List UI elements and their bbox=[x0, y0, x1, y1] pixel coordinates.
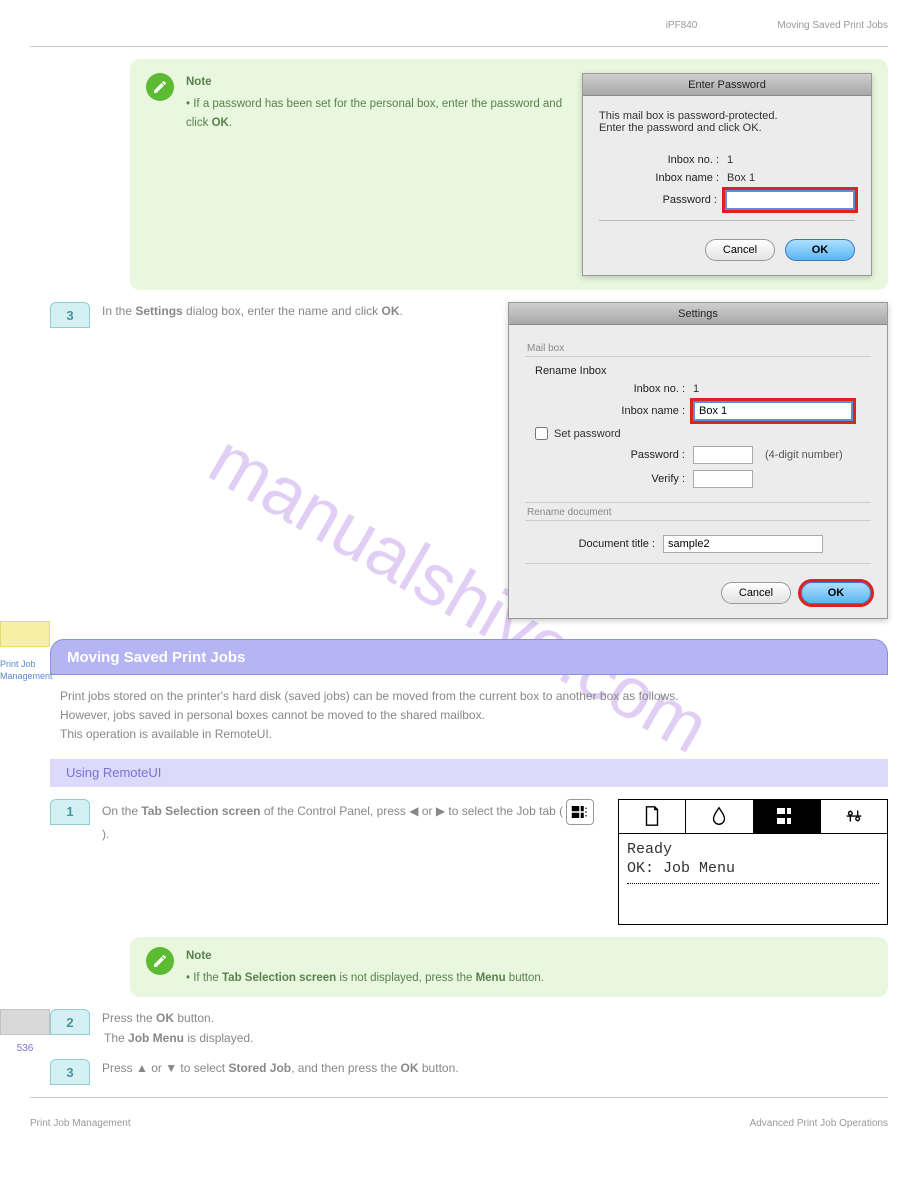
dialog1-inboxno-label: Inbox no. : bbox=[599, 154, 719, 166]
note-box-2: Note • If the Tab Selection screen is no… bbox=[130, 937, 888, 998]
step-row-C: 3 Press ▲ or ▼ to select Stored Job, and… bbox=[50, 1059, 888, 1085]
dialog1-msg1: This mail box is password-protected. bbox=[599, 110, 855, 122]
dialog1-password-input[interactable] bbox=[725, 190, 855, 210]
dialog2-doctitle-input[interactable] bbox=[663, 535, 823, 553]
step-number-B: 2 bbox=[50, 1009, 90, 1035]
dialog1-password-label: Password : bbox=[599, 194, 717, 206]
pencil-icon bbox=[146, 73, 174, 101]
footer-right: Advanced Print Job Operations bbox=[750, 1118, 888, 1129]
lcd-tab-ink-icon bbox=[686, 800, 753, 834]
note-label-1: Note bbox=[186, 73, 570, 91]
dialog1-inboxname-label: Inbox name : bbox=[599, 172, 719, 184]
section-paragraph: Print jobs stored on the printer's hard … bbox=[60, 687, 888, 745]
lcd-screen: Ready OK: Job Menu bbox=[618, 799, 888, 925]
sub-heading-text: Using RemoteUI bbox=[66, 765, 161, 780]
footer-left: Print Job Management bbox=[30, 1118, 131, 1129]
dialog2-inboxname-input[interactable] bbox=[693, 401, 853, 421]
step-number-C: 3 bbox=[50, 1059, 90, 1085]
step-B-text: Press the OK button. The Job Menu is dis… bbox=[102, 1009, 888, 1047]
page-footer: Print Job Management Advanced Print Job … bbox=[30, 1118, 888, 1129]
footer-divider bbox=[30, 1097, 888, 1098]
set-password-checkbox-input[interactable] bbox=[535, 427, 548, 440]
page-number: 536 bbox=[0, 1037, 50, 1054]
lcd-tab-job-icon bbox=[754, 800, 821, 834]
side-link-1[interactable]: Print Job Management bbox=[0, 631, 64, 682]
step-row-B: 2 Press the OK button. The Job Menu is d… bbox=[50, 1009, 888, 1047]
lcd-line2: OK: Job Menu bbox=[627, 859, 879, 879]
dialog1-cancel-button[interactable]: Cancel bbox=[705, 239, 775, 261]
dialog2-inboxname-label: Inbox name : bbox=[535, 405, 685, 417]
note-line-1: • If a password has been set for the per… bbox=[186, 95, 570, 132]
step-number-A: 1 bbox=[50, 799, 90, 825]
note-box-1: Note • If a password has been set for th… bbox=[130, 59, 888, 290]
dialog1-inboxname-value: Box 1 bbox=[727, 172, 755, 184]
rename-inbox-label: Rename Inbox bbox=[535, 365, 861, 377]
dialog2-password-input[interactable] bbox=[693, 446, 753, 464]
dialog2-title: Settings bbox=[509, 303, 887, 325]
pencil-icon-2 bbox=[146, 947, 174, 975]
rename-document-label: Rename document bbox=[527, 507, 871, 518]
dialog2-inboxno-value: 1 bbox=[693, 383, 699, 395]
step-row-A: 1 On the Tab Selection screen of the Con… bbox=[50, 799, 888, 925]
dialog1-inboxno-value: 1 bbox=[727, 154, 733, 166]
four-digit-hint: (4-digit number) bbox=[765, 449, 843, 461]
page-header: iPF840 Moving Saved Print Jobs bbox=[30, 20, 888, 31]
note-label-2: Note bbox=[186, 947, 872, 965]
dialog2-doctitle-label: Document title : bbox=[535, 538, 655, 550]
dialog1-ok-button[interactable]: OK bbox=[785, 239, 855, 261]
step-C-text: Press ▲ or ▼ to select Stored Job, and t… bbox=[102, 1059, 888, 1077]
job-tab-icon bbox=[566, 799, 594, 825]
dialog2-inboxno-label: Inbox no. : bbox=[535, 383, 685, 395]
step-3-text: In the Settings dialog box, enter the na… bbox=[102, 302, 496, 320]
dialog2-ok-button[interactable]: OK bbox=[801, 582, 871, 604]
dialog2-verify-label: Verify : bbox=[535, 473, 685, 485]
dialog2-cancel-button[interactable]: Cancel bbox=[721, 582, 791, 604]
lcd-line1: Ready bbox=[627, 840, 879, 860]
lcd-tab-paper-icon bbox=[619, 800, 686, 834]
note-line-2: • If the Tab Selection screen is not dis… bbox=[186, 969, 872, 987]
header-product: iPF840 bbox=[666, 20, 698, 31]
sub-heading: Using RemoteUI bbox=[50, 759, 888, 787]
mailbox-fieldset-label: Mail box bbox=[527, 343, 871, 354]
dialog2-password-label: Password : bbox=[535, 449, 685, 461]
dialog1-msg2: Enter the password and click OK. bbox=[599, 122, 855, 134]
lcd-tab-settings-icon bbox=[821, 800, 887, 834]
set-password-checkbox[interactable]: Set password bbox=[535, 427, 861, 440]
step-row-3: 3 In the Settings dialog box, enter the … bbox=[50, 302, 888, 619]
settings-dialog-screenshot: Settings Mail box Rename Inbox Inbox no.… bbox=[508, 302, 888, 619]
dialog1-title: Enter Password bbox=[583, 74, 871, 96]
set-password-label: Set password bbox=[554, 428, 621, 440]
header-divider bbox=[30, 46, 888, 47]
header-title: Moving Saved Print Jobs bbox=[777, 20, 888, 31]
note-text-2: Note • If the Tab Selection screen is no… bbox=[186, 947, 872, 988]
note-text-1: Note • If a password has been set for th… bbox=[186, 73, 570, 132]
side-tab-gray bbox=[0, 1009, 50, 1035]
step-number-3: 3 bbox=[50, 302, 90, 328]
section-heading-text: Moving Saved Print Jobs bbox=[67, 649, 245, 666]
password-dialog-screenshot: Enter Password This mail box is password… bbox=[582, 73, 872, 276]
dialog1-divider bbox=[599, 220, 855, 221]
section-heading: Moving Saved Print Jobs bbox=[50, 639, 888, 675]
step-A-text: On the Tab Selection screen of the Contr… bbox=[102, 799, 606, 843]
lcd-dots bbox=[627, 883, 879, 884]
dialog2-verify-input[interactable] bbox=[693, 470, 753, 488]
